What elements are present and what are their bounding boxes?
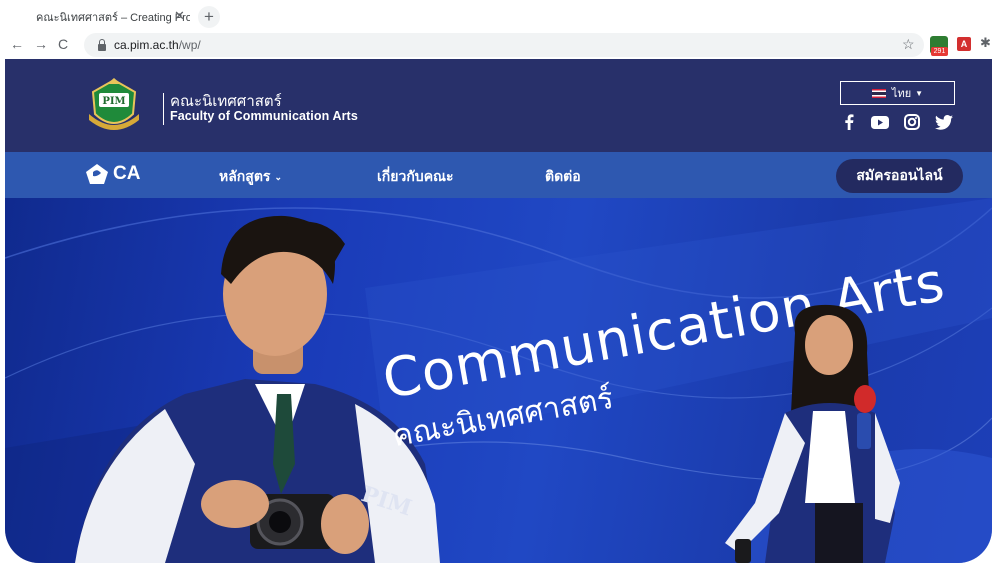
browser-toolbar: ← → C ca.pim.ac.th /wp/ ☆ 291 A ✱ <box>0 30 992 60</box>
ca-logo[interactable]: CA <box>85 163 140 185</box>
nav-item-label: เกี่ยวกับคณะ <box>377 168 454 184</box>
nav-item-contact[interactable]: ติดต่อ <box>545 166 581 188</box>
back-icon[interactable]: ← <box>10 36 24 52</box>
url-host: ca.pim.ac.th <box>114 38 179 52</box>
language-label: ไทย <box>891 88 912 100</box>
instagram-icon[interactable] <box>903 113 921 131</box>
extension-badge: 291 <box>931 47 948 56</box>
ca-logo-icon <box>86 164 108 184</box>
tab-close-icon[interactable]: ✕ <box>174 9 185 23</box>
reload-icon[interactable]: C <box>58 36 68 52</box>
pim-crest-logo[interactable]: PIM <box>83 74 145 136</box>
crest-text: PIM <box>102 96 125 107</box>
nav-item-label: หลักสูตร <box>219 168 271 184</box>
language-selector[interactable]: ไทย ▼ <box>840 81 955 105</box>
browser-tab[interactable]: คณะนิเทศศาสตร์ – Creating Profes <box>0 6 190 28</box>
nav-item-about[interactable]: เกี่ยวกับคณะ <box>377 166 454 188</box>
browser-tab-bar: คณะนิเทศศาสตร์ – Creating Profes ✕ + <box>0 0 992 30</box>
pdf-extension-icon[interactable]: A <box>957 37 971 51</box>
youtube-icon[interactable] <box>871 113 889 131</box>
nav-item-label: ติดต่อ <box>545 168 581 184</box>
nav-item-curriculum[interactable]: หลักสูตร ⌄ <box>219 166 282 188</box>
student-with-microphone-photo <box>725 304 900 563</box>
thai-flag-icon <box>871 88 886 98</box>
apply-online-button[interactable]: สมัครออนไลน์ <box>836 159 963 193</box>
forward-icon[interactable]: → <box>34 36 48 52</box>
website-viewport: PIM คณะนิเทศศาสตร์ Faculty of Communicat… <box>5 59 992 563</box>
lock-icon <box>98 38 106 51</box>
twitter-icon[interactable] <box>935 113 953 131</box>
chevron-down-icon: ▼ <box>915 88 924 98</box>
chevron-down-icon: ⌄ <box>274 172 282 182</box>
facebook-icon[interactable] <box>840 113 858 131</box>
site-header: PIM คณะนิเทศศาสตร์ Faculty of Communicat… <box>5 59 992 152</box>
bookmark-star-icon[interactable]: ☆ <box>902 36 915 53</box>
brand-divider <box>163 93 164 125</box>
address-bar[interactable]: ca.pim.ac.th /wp/ <box>84 33 924 57</box>
brand-name-english: Faculty of Communication Arts <box>170 109 358 123</box>
main-navigation: CA หลักสูตร ⌄ เกี่ยวกับคณะ ติดต่อ สมัครออ… <box>5 152 992 198</box>
tab-title: คณะนิเทศศาสตร์ – Creating Profes <box>36 12 190 24</box>
url-path: /wp/ <box>178 38 201 52</box>
extensions-puzzle-icon[interactable]: ✱ <box>980 35 991 51</box>
hero-banner: PIM Communication Arts คณะนิเทศศาสตร์ <box>5 198 992 563</box>
new-tab-button[interactable]: + <box>198 6 220 28</box>
ca-logo-text: CA <box>113 163 141 184</box>
